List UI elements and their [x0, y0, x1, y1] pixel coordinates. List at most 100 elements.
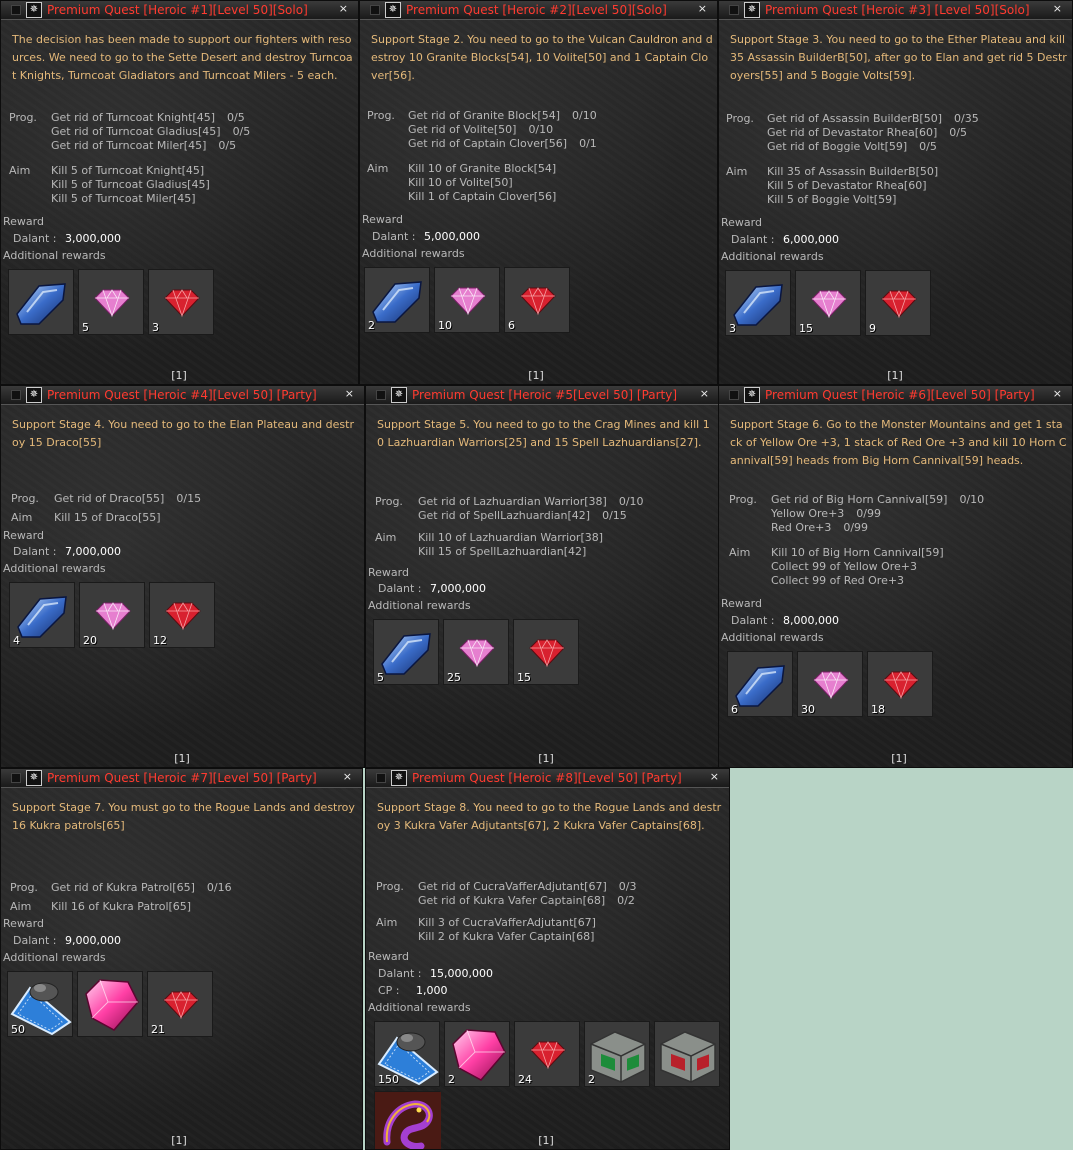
reward-slot[interactable]: 5 — [373, 619, 439, 685]
dalant-value: 6,000,000 — [783, 233, 839, 246]
reward-label: Reward — [362, 213, 403, 226]
title-bar[interactable]: ✵ Premium Quest [Heroic #4][Level 50] [Pa… — [1, 386, 364, 405]
progress-count: 0/5 — [919, 140, 937, 153]
reward-slot[interactable]: 9 — [865, 270, 931, 336]
progress-row: Get rid of Captain Clover[56] 0/1 — [408, 137, 597, 151]
reward-slot[interactable]: 6 — [727, 651, 793, 717]
minimize-checkbox[interactable] — [11, 5, 21, 15]
quest-star-icon: ✵ — [385, 2, 401, 18]
title-bar[interactable]: ✵ Premium Quest [Heroic #5[Level 50] [Par… — [366, 386, 719, 405]
reward-slot[interactable]: 24 — [514, 1021, 580, 1087]
prog-label: Prog. — [726, 112, 754, 125]
quest-description: Support Stage 6. Go to the Monster Mount… — [730, 418, 1067, 467]
title-bar[interactable]: ✵ Premium Quest [Heroic #7][Level 50] [Pa… — [1, 769, 362, 788]
reward-slot[interactable]: 15 — [795, 270, 861, 336]
prog-label: Prog. — [375, 495, 403, 508]
reward-slot[interactable]: 3 — [148, 269, 214, 335]
progress-text: Get rid of Turncoat Gladius[45] — [51, 125, 221, 138]
quest-star-icon: ✵ — [391, 387, 407, 403]
reward-slot[interactable] — [8, 269, 74, 335]
minimize-checkbox[interactable] — [729, 5, 739, 15]
progress-count: 0/99 — [856, 507, 881, 520]
reward-slot[interactable]: 4 — [9, 582, 75, 648]
progress-row: Get rid of CucraVafferAdjutant[67] 0/3 — [418, 880, 636, 894]
reward-slot[interactable]: 2 — [584, 1021, 650, 1087]
progress-row: Get rid of Kukra Patrol[65] 0/16 — [51, 881, 232, 895]
reward-items: 3 15 9 — [725, 270, 1072, 336]
quest-window-1: ✵ Premium Quest [Heroic #1][Level 50][Sol… — [0, 0, 359, 385]
additional-rewards-label: Additional rewards — [368, 599, 471, 612]
reward-slot[interactable]: 21 — [147, 971, 213, 1037]
aim-list: Kill 5 of Turncoat Knight[45] Kill 5 of T… — [51, 164, 210, 206]
quest-description: Support Stage 2. You need to go to the V… — [371, 33, 713, 82]
close-button[interactable]: × — [1053, 2, 1062, 15]
minimize-checkbox[interactable] — [370, 5, 380, 15]
quest-window-4: ✵ Premium Quest [Heroic #4][Level 50] [Pa… — [0, 385, 365, 768]
item-quantity: 15 — [799, 322, 813, 335]
reward-slot[interactable]: 5 — [78, 269, 144, 335]
prog-label: Prog. — [376, 880, 404, 893]
progress-text: Get rid of Turncoat Miler[45] — [51, 139, 207, 152]
reward-slot[interactable]: 2 — [364, 267, 430, 333]
page-indicator: [1] — [887, 369, 903, 382]
item-quantity: 15 — [517, 671, 531, 684]
close-button[interactable]: × — [1053, 387, 1062, 400]
reward-slot[interactable]: 150 — [374, 1021, 440, 1087]
title-bar[interactable]: ✵ Premium Quest [Heroic #2][Level 50][Sol… — [360, 1, 717, 20]
minimize-checkbox[interactable] — [11, 390, 21, 400]
reward-label: Reward — [368, 566, 409, 579]
minimize-checkbox[interactable] — [11, 773, 21, 783]
dalant-value: 5,000,000 — [424, 230, 480, 243]
reward-slot[interactable]: 30 — [797, 651, 863, 717]
reward-slot[interactable] — [77, 971, 143, 1037]
additional-rewards-label: Additional rewards — [3, 249, 106, 262]
quest-star-icon: ✵ — [26, 2, 42, 18]
reward-slot[interactable]: 20 — [79, 582, 145, 648]
progress-text: Get rid of Draco[55] — [54, 492, 165, 505]
aim-list: Kill 35 of Assassin BuilderB[50] Kill 5 o… — [767, 165, 938, 207]
progress-row: Yellow Ore+3 0/99 — [771, 507, 984, 521]
dalant-value: 3,000,000 — [65, 232, 121, 245]
close-button[interactable]: × — [343, 770, 352, 783]
reward-slot[interactable]: 18 — [867, 651, 933, 717]
minimize-checkbox[interactable] — [376, 773, 386, 783]
quest-title: Premium Quest [Heroic #3] [Level 50][Sol… — [765, 3, 1030, 17]
aim-row: Kill 10 of Granite Block[54] — [408, 162, 557, 175]
aim-label: Aim — [367, 162, 389, 175]
quest-star-icon: ✵ — [26, 387, 42, 403]
progress-text: Get rid of Volite[50] — [408, 123, 517, 136]
reward-slot[interactable]: 25 — [443, 619, 509, 685]
reward-slot[interactable]: 15 — [513, 619, 579, 685]
reward-slot[interactable]: 12 — [149, 582, 215, 648]
minimize-checkbox[interactable] — [729, 390, 739, 400]
progress-count: 0/15 — [176, 492, 202, 505]
close-button[interactable]: × — [710, 770, 719, 783]
aim-row: Kill 5 of Boggie Volt[59] — [767, 193, 897, 206]
close-button[interactable]: × — [700, 387, 709, 400]
reward-slot[interactable]: 10 — [434, 267, 500, 333]
close-button[interactable]: × — [345, 387, 354, 400]
reward-slot[interactable] — [374, 1091, 441, 1149]
reward-slot[interactable] — [654, 1021, 720, 1087]
reward-slot[interactable]: 2 — [444, 1021, 510, 1087]
progress-row: Get rid of SpellLazhuardian[42] 0/15 — [418, 509, 644, 523]
progress-count: 0/10 — [618, 495, 644, 508]
aim-list: Kill 10 of Lazhuardian Warrior[38] Kill 1… — [418, 531, 603, 559]
dalant-value: 7,000,000 — [430, 582, 486, 595]
quest-title: Premium Quest [Heroic #6][Level 50] [Par… — [765, 388, 1035, 402]
reward-slot[interactable]: 6 — [504, 267, 570, 333]
title-bar[interactable]: ✵ Premium Quest [Heroic #8][Level 50] [Pa… — [366, 769, 729, 788]
close-button[interactable]: × — [339, 2, 348, 15]
aim-row: Kill 16 of Kukra Patrol[65] — [51, 900, 192, 913]
close-button[interactable]: × — [698, 2, 707, 15]
title-bar[interactable]: ✵ Premium Quest [Heroic #3] [Level 50][So… — [719, 1, 1072, 20]
reward-slot[interactable]: 3 — [725, 270, 791, 336]
item-quantity: 4 — [13, 634, 20, 647]
progress-row: Get rid of Turncoat Miler[45] 0/5 — [51, 139, 250, 153]
progress-list: Get rid of Lazhuardian Warrior[38] 0/10 Ge… — [418, 495, 644, 523]
reward-slot[interactable]: 50 — [7, 971, 73, 1037]
minimize-checkbox[interactable] — [376, 390, 386, 400]
title-bar[interactable]: ✵ Premium Quest [Heroic #1][Level 50][Sol… — [1, 1, 358, 20]
title-bar[interactable]: ✵ Premium Quest [Heroic #6][Level 50] [Pa… — [719, 386, 1072, 405]
item-quantity: 3 — [729, 322, 736, 335]
